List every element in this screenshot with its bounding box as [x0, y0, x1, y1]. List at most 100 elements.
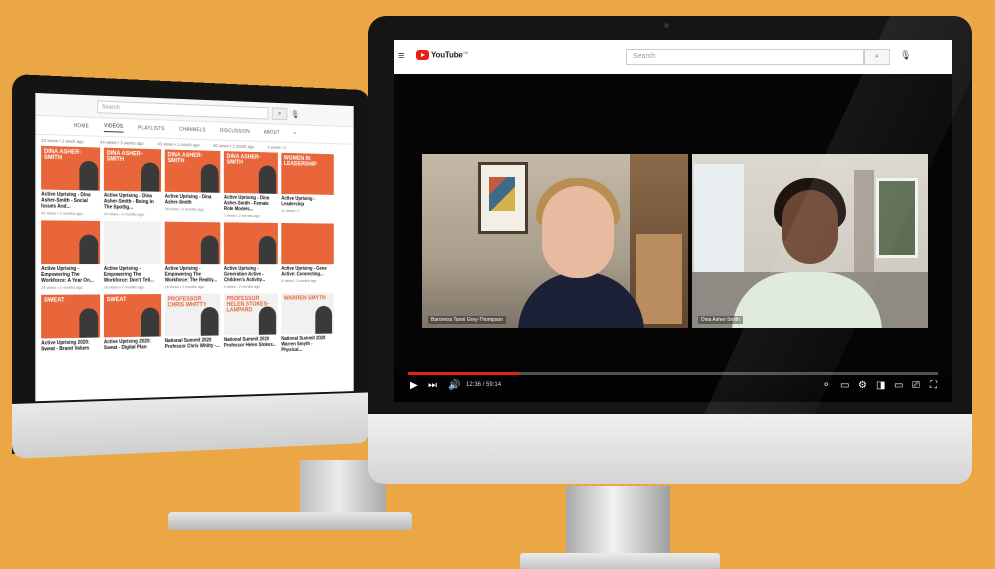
back-monitor-chin [12, 392, 371, 459]
speaker-image [79, 160, 99, 191]
video-card[interactable]: DINA ASHER-SMITH Active Uprising - Dina … [41, 145, 101, 216]
front-monitor-stand-foot [520, 553, 720, 569]
tab-videos[interactable]: VIDEOS [104, 122, 124, 133]
back-monitor-screen: Search ⌕ 🎙 HOME VIDEOS PLAYLISTS CHANNEL… [35, 92, 354, 402]
search-input[interactable]: Search [97, 99, 269, 120]
tab-discussion[interactable]: DISCUSSION [220, 128, 250, 135]
video-row-2: Active Uprising - Empowering The Workfor… [35, 220, 353, 290]
subtitles-icon[interactable]: ▭ [840, 380, 849, 392]
video-card[interactable]: DINA ASHER-SMITH Active Uprising - Dina … [223, 151, 278, 218]
video-title[interactable]: Active Uprising - Empowering The Workfor… [165, 266, 221, 283]
progress-bar[interactable] [408, 372, 938, 375]
video-title[interactable]: Active Uprising - Dina Asher-Smith - Fem… [224, 195, 278, 213]
participant-left-body [518, 272, 644, 328]
video-card[interactable]: Active Uprising - Empowering The Workfor… [41, 220, 101, 290]
video-title[interactable]: Active Uprising - Empowering The Workfor… [41, 266, 100, 284]
video-title[interactable]: Active Uprising - Dina Asher-Smith - Soc… [41, 192, 100, 211]
autoplay-toggle-icon[interactable]: ⚬ [822, 380, 830, 392]
speaker-image [258, 165, 277, 194]
video-title[interactable]: Active Uprising - Leadership [281, 196, 333, 208]
theater-mode-icon[interactable]: ▭ [894, 380, 903, 392]
participant-right-name: Dina Asher-Smith [698, 316, 743, 324]
youtube-logo[interactable]: YouTubeGB [416, 50, 468, 60]
speaker-image [140, 162, 160, 192]
video-card[interactable]: Active Uprising - Gene Active: Connectin… [281, 222, 334, 289]
window [876, 178, 918, 258]
video-thumbnail[interactable]: WARREN SMYTH [281, 292, 334, 335]
tab-channels[interactable]: CHANNELS [179, 127, 206, 134]
cast-icon[interactable]: ⎚ [912, 380, 920, 392]
miniplayer-icon[interactable]: ◨ [876, 380, 885, 392]
video-title[interactable]: Active Uprising - Dina Asher-Smith - Bei… [104, 193, 161, 211]
video-card[interactable]: DINA ASHER-SMITH Active Uprising - Dina … [164, 149, 221, 217]
thumbnail-text: DINA ASHER-SMITH [44, 148, 82, 162]
fullscreen-icon[interactable]: ⛶ [930, 380, 937, 392]
video-card[interactable]: Active Uprising - Generation Active - Ch… [223, 222, 278, 289]
video-title[interactable]: Active Uprising - Dina Asher-Smith [165, 194, 221, 206]
video-card[interactable]: PROFESSOR HELEN STOKES-LAMPARD National … [223, 293, 278, 354]
speaker-image [258, 235, 277, 265]
youtube-play-icon [416, 50, 429, 60]
video-thumbnail[interactable]: SWEAT [103, 294, 162, 338]
video-card[interactable]: Active Uprising - Empowering The Workfor… [103, 221, 162, 290]
video-thumbnail[interactable]: WOMEN IN LEADERSHIP [281, 152, 334, 195]
video-card[interactable]: SWEAT Active Uprising 2020: Sweat - Bran… [41, 294, 101, 358]
volume-icon[interactable]: 🔊 [448, 380, 460, 392]
tab-home[interactable]: HOME [74, 123, 89, 129]
video-meta: 28 views • 2 months ago [164, 206, 204, 212]
logo-text: YouTubeGB [431, 50, 469, 60]
video-card[interactable]: DINA ASHER-SMITH Active Uprising - Dina … [103, 147, 162, 217]
search-icon[interactable]: ⌕ [294, 131, 297, 137]
thumbnail-text: WARREN SMYTH [283, 295, 326, 302]
play-icon[interactable]: ▶ [410, 380, 418, 392]
youtube-header: ≡ YouTubeGB Search ⌕ 🎙 [394, 40, 952, 75]
speaker-image [200, 235, 219, 265]
video-title[interactable]: Active Uprising - Generation Active - Ch… [224, 266, 278, 283]
tab-playlists[interactable]: PLAYLISTS [138, 125, 165, 132]
video-thumbnail[interactable] [103, 221, 162, 265]
camera-icon [664, 23, 669, 28]
microphone-icon[interactable]: 🎙 [291, 110, 300, 119]
video-thumbnail[interactable]: SWEAT [41, 294, 101, 339]
video-thumbnail[interactable]: DINA ASHER-SMITH [103, 147, 162, 192]
video-thumbnail[interactable] [281, 222, 334, 265]
video-title[interactable]: Active Uprising - Empowering The Workfor… [104, 266, 161, 284]
video-title[interactable]: Active Uprising 2020: Sweat - Digital Pl… [104, 338, 161, 352]
participant-left-name: Baroness Tanni Grey-Thompson [428, 316, 506, 324]
video-thumbnail[interactable] [164, 221, 221, 265]
search-icon[interactable]: ⌕ [271, 106, 288, 120]
microphone-icon[interactable]: 🎙 [900, 50, 911, 61]
search-input[interactable]: Search [626, 49, 864, 65]
video-row-3: SWEAT Active Uprising 2020: Sweat - Bran… [35, 292, 353, 359]
video-title[interactable]: National Summit 2020 Professor Helen Sto… [224, 336, 278, 349]
video-title[interactable]: Active Uprising 2020: Sweat - Brand Valu… [41, 339, 100, 353]
video-thumbnail[interactable]: DINA ASHER-SMITH [223, 151, 278, 194]
video-thumbnail[interactable] [41, 220, 101, 265]
speaker-image [258, 306, 277, 335]
next-icon[interactable]: ⏭ [428, 380, 437, 392]
player-controls: ▶ ⏭ 🔊 12:36 / 59:14 ⚬ ▭ ⚙ ◨ ▭ ⎚ ⛶ [394, 362, 952, 402]
search-icon[interactable]: ⌕ [864, 49, 890, 65]
tab-about[interactable]: ABOUT [264, 130, 280, 136]
curtain [854, 170, 874, 280]
video-card[interactable]: PROFESSOR CHRIS WHITTY National Summit 2… [164, 293, 221, 356]
cabinet [636, 234, 682, 324]
video-player[interactable]: Baroness Tanni Grey-Thompson Dina Asher-… [394, 74, 952, 402]
video-card[interactable]: WARREN SMYTH National Summit 2020 Warren… [281, 292, 334, 354]
video-thumbnail[interactable]: PROFESSOR HELEN STOKES-LAMPARD [223, 293, 278, 336]
thumbnail-text: PROFESSOR CHRIS WHITTY [167, 296, 207, 309]
video-title[interactable]: Active Uprising - Gene Active: Connectin… [281, 266, 333, 277]
video-title[interactable]: National Summit 2020 Warren Smyth - Phys… [281, 335, 333, 354]
video-thumbnail[interactable]: DINA ASHER-SMITH [164, 149, 221, 193]
video-card[interactable]: Active Uprising - Empowering The Workfor… [164, 221, 221, 289]
front-monitor-screen: ≡ YouTubeGB Search ⌕ 🎙 Baroness Tanni Gr… [394, 40, 952, 402]
video-thumbnail[interactable]: PROFESSOR CHRIS WHITTY [164, 293, 221, 337]
video-thumbnail[interactable] [223, 222, 278, 265]
video-title[interactable]: National Summit 2020 Professor Chris Whi… [165, 337, 221, 350]
menu-icon[interactable]: ≡ [398, 50, 404, 62]
video-thumbnail[interactable]: DINA ASHER-SMITH [41, 145, 101, 191]
speaker-image [315, 305, 333, 334]
video-card[interactable]: SWEAT Active Uprising 2020: Sweat - Digi… [103, 294, 162, 357]
video-card[interactable]: WOMEN IN LEADERSHIP Active Uprising - Le… [281, 152, 334, 219]
settings-icon[interactable]: ⚙ [858, 380, 867, 392]
